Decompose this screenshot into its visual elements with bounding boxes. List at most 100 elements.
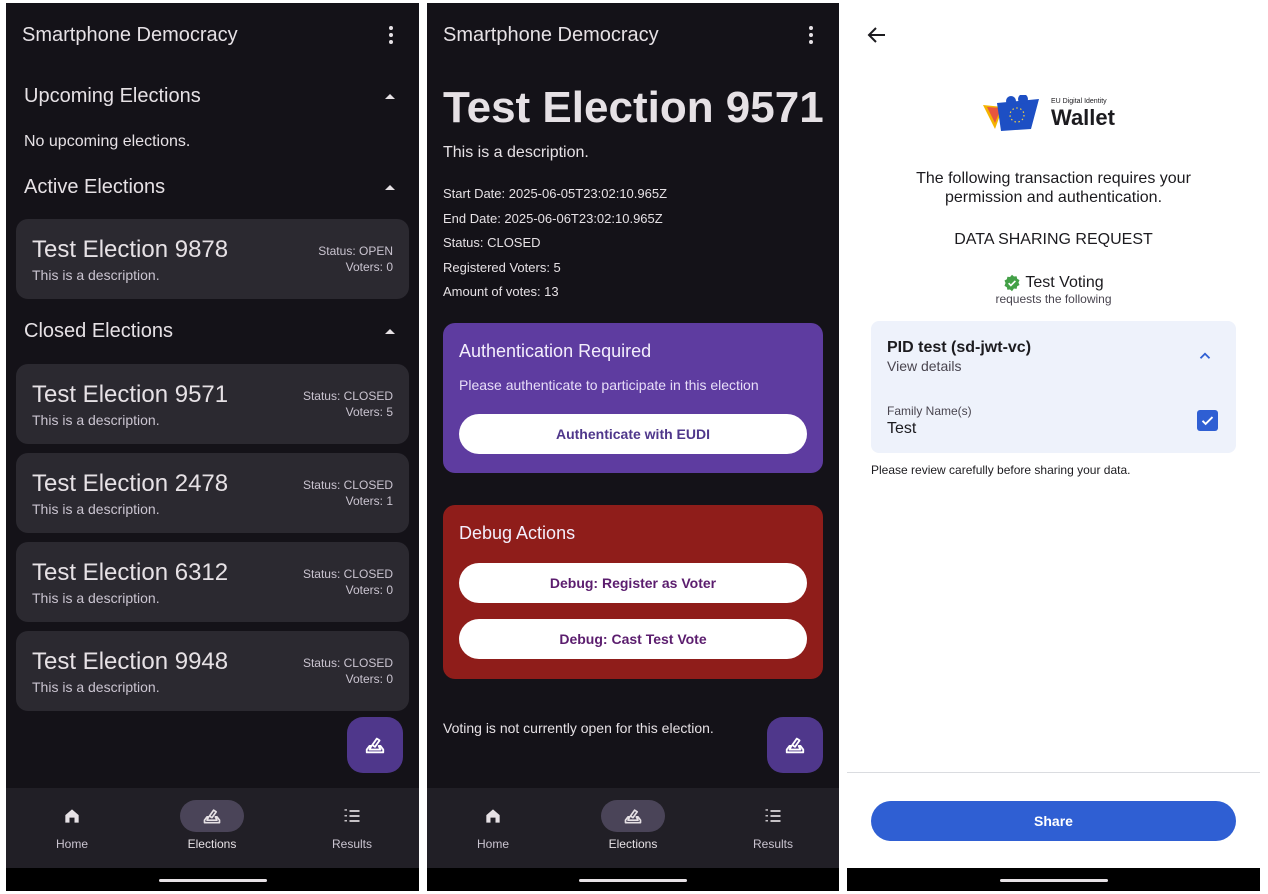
ballot-fab-button[interactable] bbox=[347, 717, 403, 773]
election-title: Test Election 6312 bbox=[32, 559, 229, 586]
auth-panel-subtitle: Please authenticate to participate in th… bbox=[459, 377, 759, 393]
election-card[interactable]: Test Election 9878 This is a description… bbox=[16, 219, 409, 299]
authentication-panel: Authentication Required Please authentic… bbox=[443, 323, 823, 473]
top-app-bar: Smartphone Democracy bbox=[6, 3, 419, 67]
nav-elections-label: Elections bbox=[608, 837, 658, 851]
bottom-navigation: Home Elections Results bbox=[6, 788, 419, 868]
election-description: This is a description. bbox=[32, 501, 160, 517]
ballot-fab-button[interactable] bbox=[767, 717, 823, 773]
election-title: Test Election 9948 bbox=[32, 648, 229, 675]
expand-less-icon bbox=[385, 329, 395, 334]
active-elections-heading: Active Elections bbox=[24, 176, 166, 198]
closed-elections-header[interactable]: Closed Elections bbox=[24, 320, 401, 343]
election-title: Test Election 9571 bbox=[32, 381, 229, 408]
credential-title: PID test (sd-jwt-vc) bbox=[887, 339, 1032, 356]
nav-home-label: Home bbox=[476, 837, 509, 851]
nav-home[interactable]: Home bbox=[22, 788, 122, 868]
nav-results-label: Results bbox=[752, 837, 793, 851]
nav-results-label: Results bbox=[331, 837, 372, 851]
credential-card: PID test (sd-jwt-vc) View details Family… bbox=[871, 321, 1236, 453]
election-description: This is a description. bbox=[32, 590, 160, 606]
eu-wallet-logo: EU Digital Identity Wallet bbox=[981, 94, 1131, 137]
election-status: Status: CLOSED bbox=[302, 656, 393, 670]
election-description: This is a description. bbox=[443, 144, 589, 161]
election-description: This is a description. bbox=[32, 267, 160, 283]
data-sharing-request-heading: DATA SHARING REQUEST bbox=[954, 231, 1153, 248]
debug-register-button[interactable]: Debug: Register as Voter bbox=[459, 563, 807, 603]
election-detail-screen: Smartphone Democracy Test Election 9571 … bbox=[427, 3, 839, 891]
election-description: This is a description. bbox=[32, 679, 160, 695]
nav-elections[interactable]: Elections bbox=[162, 788, 262, 868]
election-status: Status: CLOSED bbox=[302, 478, 393, 492]
arrow-back-icon[interactable] bbox=[865, 23, 889, 47]
election-card[interactable]: Test Election 9571 This is a description… bbox=[16, 364, 409, 444]
elections-list-screen: Smartphone Democracy Upcoming Elections … bbox=[6, 3, 419, 891]
gesture-bar bbox=[6, 868, 419, 891]
election-title: Test Election 9571 bbox=[443, 83, 824, 132]
ballot-icon bbox=[365, 737, 385, 754]
election-title: Test Election 2478 bbox=[32, 470, 229, 497]
verified-check-icon bbox=[1004, 274, 1020, 292]
debug-cast-vote-button[interactable]: Debug: Cast Test Vote bbox=[459, 619, 807, 659]
logo-small-text: EU Digital Identity bbox=[1051, 98, 1107, 105]
checkbox-checked-icon[interactable] bbox=[1197, 410, 1218, 431]
ballot-icon bbox=[203, 809, 221, 824]
election-card[interactable]: Test Election 2478 This is a description… bbox=[16, 453, 409, 533]
active-elections-header[interactable]: Active Elections bbox=[24, 176, 401, 199]
election-status: Status: CLOSED bbox=[443, 235, 541, 250]
gesture-bar bbox=[847, 868, 1260, 891]
nav-results[interactable]: Results bbox=[302, 788, 402, 868]
upcoming-elections-heading: Upcoming Elections bbox=[24, 85, 201, 107]
list-numbered-icon bbox=[765, 809, 781, 822]
permission-line-2: permission and authentication. bbox=[944, 189, 1163, 206]
authenticate-eudi-button[interactable]: Authenticate with EUDI bbox=[459, 414, 807, 454]
wallet-logo-mark bbox=[983, 94, 1039, 131]
home-icon bbox=[486, 809, 500, 823]
view-details-link[interactable]: View details bbox=[887, 358, 961, 374]
upcoming-elections-header[interactable]: Upcoming Elections bbox=[24, 85, 401, 108]
election-voters: Voters: 0 bbox=[345, 672, 393, 686]
bottom-divider bbox=[847, 772, 1260, 773]
end-date: End Date: 2025-06-06T23:02:10.965Z bbox=[443, 211, 663, 226]
nav-home-label: Home bbox=[55, 837, 88, 851]
election-voters: Voters: 5 bbox=[345, 405, 393, 419]
election-title: Test Election 9878 bbox=[32, 236, 229, 263]
permission-text: The following transaction requires your … bbox=[847, 169, 1260, 207]
more-vert-icon[interactable] bbox=[379, 23, 403, 47]
ballot-icon bbox=[624, 809, 642, 824]
election-status: Status: OPEN bbox=[318, 244, 393, 258]
debug-panel: Debug Actions Debug: Register as Voter D… bbox=[443, 505, 823, 679]
nav-results[interactable]: Results bbox=[723, 788, 823, 868]
election-status: Status: CLOSED bbox=[302, 567, 393, 581]
chevron-up-icon[interactable] bbox=[1196, 347, 1214, 365]
logo-big-text: Wallet bbox=[1051, 105, 1115, 130]
no-upcoming-text: No upcoming elections. bbox=[24, 133, 191, 150]
gesture-bar bbox=[427, 868, 839, 891]
more-vert-icon[interactable] bbox=[799, 23, 823, 47]
registered-voters: Registered Voters: 5 bbox=[443, 260, 561, 275]
review-note: Please review carefully before sharing y… bbox=[871, 463, 1131, 477]
list-numbered-icon bbox=[344, 809, 360, 822]
relying-party: Test Voting bbox=[847, 274, 1260, 292]
field-label: Family Name(s) bbox=[887, 404, 972, 418]
nav-elections[interactable]: Elections bbox=[583, 788, 683, 868]
election-voters: Voters: 1 bbox=[345, 494, 393, 508]
wallet-sharing-screen: EU Digital Identity Wallet The following… bbox=[847, 3, 1260, 891]
nav-home[interactable]: Home bbox=[443, 788, 543, 868]
start-date: Start Date: 2025-06-05T23:02:10.965Z bbox=[443, 186, 668, 201]
share-button[interactable]: Share bbox=[871, 801, 1236, 841]
election-description: This is a description. bbox=[32, 412, 160, 428]
expand-less-icon bbox=[385, 94, 395, 99]
amount-of-votes: Amount of votes: 13 bbox=[443, 284, 559, 299]
ballot-icon bbox=[785, 737, 805, 754]
field-value: Test bbox=[887, 420, 917, 437]
election-voters: Voters: 0 bbox=[345, 583, 393, 597]
election-card[interactable]: Test Election 6312 This is a description… bbox=[16, 542, 409, 622]
election-voters: Voters: 0 bbox=[345, 260, 393, 274]
top-app-bar: Smartphone Democracy bbox=[427, 3, 839, 67]
election-status: Status: CLOSED bbox=[302, 389, 393, 403]
relying-party-name: Test Voting bbox=[1025, 274, 1104, 291]
nav-elections-label: Elections bbox=[187, 837, 237, 851]
election-card[interactable]: Test Election 9948 This is a description… bbox=[16, 631, 409, 711]
closed-elections-heading: Closed Elections bbox=[24, 320, 173, 342]
